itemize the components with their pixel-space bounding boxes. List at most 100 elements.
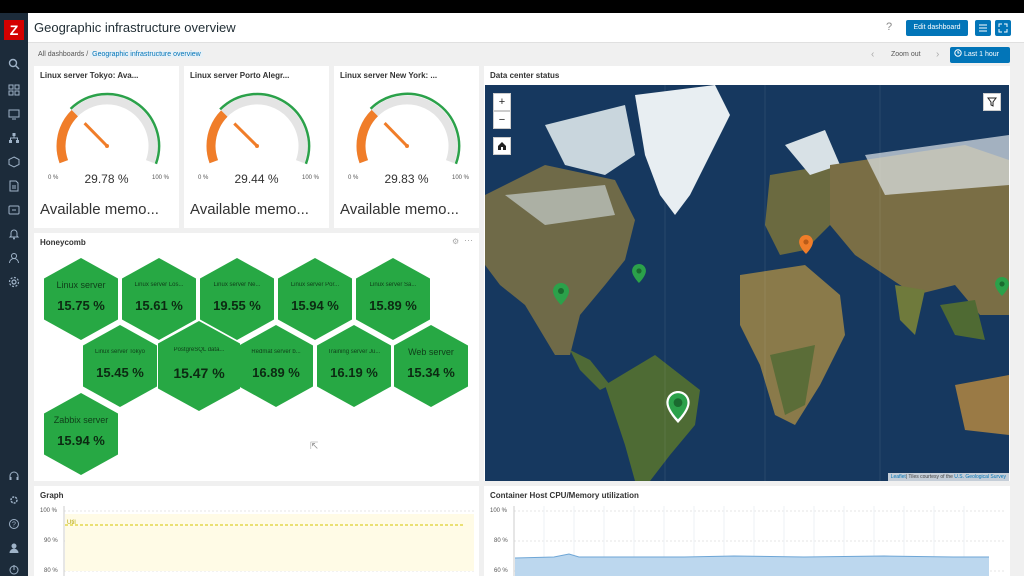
gauge-description: Available memo... <box>40 201 159 218</box>
monitoring-icon[interactable] <box>7 108 21 122</box>
help-question-icon[interactable]: ? <box>886 21 892 33</box>
container-y-tick: 60 % <box>494 568 508 574</box>
map-zoom-out-button[interactable]: − <box>493 111 511 129</box>
honeycomb-cell-value: 15.47 % <box>173 365 225 381</box>
search-icon[interactable] <box>7 58 21 72</box>
map-filter-icon[interactable] <box>983 93 1001 111</box>
honeycomb-cell[interactable]: Linux server Por... 15.94 % <box>278 258 352 340</box>
honeycomb-cell-name: Linux server Los... <box>134 282 184 288</box>
honeycomb-cell[interactable]: Linux server Tokyo 15.45 % <box>83 325 157 407</box>
gauge-widget-porto-alegre[interactable]: Linux server Porto Alegr... 0 % 29.44 % … <box>184 66 329 228</box>
page-title: Geographic infrastructure overview <box>34 20 236 35</box>
honeycomb-cell-name: Redmat server b... <box>251 349 301 355</box>
data-collection-icon[interactable] <box>7 204 21 218</box>
gauge-widget-new-york[interactable]: Linux server New York: ... 0 % 29.83 % 1… <box>334 66 479 228</box>
breadcrumb-current[interactable]: Geographic infrastructure overview <box>90 51 203 58</box>
gauge-needle <box>383 122 409 148</box>
honeycomb-cell-value: 15.45 % <box>96 365 144 380</box>
map-marker-icon[interactable] <box>995 277 1009 296</box>
sign-out-icon[interactable] <box>7 564 21 576</box>
honeycomb-cell[interactable]: Linux server Los... 15.61 % <box>122 258 196 340</box>
graph-widget[interactable]: Graph 100 % 90 % 80 % Util <box>34 486 479 576</box>
map-marker-icon[interactable] <box>553 283 569 305</box>
honeycomb-title: Honeycomb <box>40 238 86 247</box>
gauge-dial <box>356 92 461 165</box>
time-prev-chevron-icon[interactable]: ‹ <box>871 49 874 60</box>
honeycomb-cell-name: Linux server <box>56 280 106 290</box>
gauge-description: Available memo... <box>340 201 459 218</box>
honeycomb-cell-value: 16.19 % <box>330 365 378 380</box>
map-title: Data center status <box>490 71 560 80</box>
svg-text:?: ? <box>12 522 16 529</box>
gauge-value-arc <box>206 110 228 164</box>
graph-y-tick: 80 % <box>44 568 58 574</box>
gauge-title: Linux server Tokyo: Ava... <box>40 71 139 80</box>
honeycomb-cell[interactable]: Zabbix server 15.94 % <box>44 393 118 475</box>
services-icon[interactable] <box>7 132 21 146</box>
gauge-needle <box>83 122 109 148</box>
honeycomb-cell-value: 15.75 % <box>57 298 105 313</box>
honeycomb-cell-value: 15.34 % <box>407 365 455 380</box>
map-home-icon[interactable] <box>493 137 511 155</box>
time-range-button[interactable]: Last 1 hour <box>950 47 1010 63</box>
honeycomb-cell-name: Linux server Por... <box>290 282 340 288</box>
gauge-max-label: 100 % <box>152 175 170 181</box>
map-marker-icon[interactable] <box>632 264 646 283</box>
widget-more-menu-icon[interactable]: ⋯ <box>464 235 473 246</box>
users-icon[interactable] <box>7 252 21 266</box>
container-plot <box>513 506 1004 576</box>
gauge-dial <box>56 92 161 165</box>
widget-settings-gear-icon[interactable]: ⚙ <box>452 237 459 246</box>
support-headset-icon[interactable] <box>7 470 21 484</box>
breadcrumb-all-dashboards[interactable]: All dashboards <box>38 51 84 58</box>
attribution-usgs-link[interactable]: U.S. Geological Survey <box>954 474 1006 480</box>
graph-y-tick: 100 % <box>40 508 58 514</box>
dashboard-icon[interactable] <box>7 84 21 98</box>
honeycomb-cell-name: PostgreSQL data... <box>173 347 225 353</box>
honeycomb-widget[interactable]: Honeycomb ⚙ ⋯ Linux server 15.75 % Linux… <box>34 233 479 481</box>
honeycomb-cell-value: 15.94 % <box>291 298 339 313</box>
gauge-max-label: 100 % <box>452 175 470 181</box>
time-range-label: Last 1 hour <box>963 51 999 58</box>
inventory-icon[interactable] <box>7 156 21 170</box>
honeycomb-cell[interactable]: Redmat server b... 16.89 % <box>239 325 313 407</box>
world-map[interactable]: + − Leaflet| Tiles courtesy of the U.S. … <box>485 85 1009 481</box>
alerts-icon[interactable] <box>7 228 21 242</box>
attribution-leaflet-link[interactable]: Leaflet <box>891 474 906 480</box>
map-marker-selected-icon[interactable] <box>666 391 690 423</box>
honeycomb-cell[interactable]: Training server Ju... 16.19 % <box>317 325 391 407</box>
honeycomb-cell[interactable]: Web server 15.34 % <box>394 325 468 407</box>
clock-icon <box>954 49 962 57</box>
gauge-widget-tokyo[interactable]: Linux server Tokyo: Ava... 0 % 29.78 % 1… <box>34 66 179 228</box>
administration-gear-icon[interactable] <box>7 276 21 290</box>
help-icon[interactable]: ? <box>7 518 21 532</box>
edit-dashboard-button[interactable]: Edit dashboard <box>906 20 968 36</box>
menu-list-icon[interactable] <box>975 20 991 36</box>
container-host-widget[interactable]: Container Host CPU/Memory utilization 10… <box>484 486 1010 576</box>
integrations-icon[interactable] <box>7 494 21 508</box>
honeycomb-cell-name: Web server <box>408 347 454 357</box>
time-next-chevron-icon[interactable]: › <box>936 49 939 60</box>
map-zoom-in-button[interactable]: + <box>493 93 511 111</box>
honeycomb-cell[interactable]: Linux server Sa... 15.89 % <box>356 258 430 340</box>
honeycomb-cell[interactable]: Linux server 15.75 % <box>44 258 118 340</box>
graph-y-tick: 90 % <box>44 538 58 544</box>
sidebar: Z ? <box>0 13 28 576</box>
gauge-max-label: 100 % <box>302 175 320 181</box>
honeycomb-cell-value: 16.89 % <box>252 365 300 380</box>
graph-plot <box>63 506 474 576</box>
zoom-out-button[interactable]: Zoom out <box>891 51 921 58</box>
honeycomb-cell-name: Linux server Sa... <box>369 282 417 288</box>
attribution-text: | Tiles courtesy of the <box>905 474 955 480</box>
dashboard-screen: Z ? Geographic infrastructure overview ?… <box>0 13 1024 576</box>
breadcrumb: All dashboards / Geographic infrastructu… <box>38 51 203 58</box>
honeycomb-cell-value: 15.89 % <box>369 298 417 313</box>
fullscreen-icon[interactable] <box>995 20 1011 36</box>
map-attribution: Leaflet| Tiles courtesy of the U.S. Geol… <box>887 473 1009 481</box>
reports-icon[interactable] <box>7 180 21 194</box>
user-profile-icon[interactable] <box>7 542 21 556</box>
container-y-tick: 100 % <box>490 508 508 514</box>
map-marker-warning-icon[interactable] <box>799 235 813 254</box>
honeycomb-cell-name: Zabbix server <box>53 415 109 425</box>
zabbix-logo[interactable]: Z <box>4 20 24 40</box>
